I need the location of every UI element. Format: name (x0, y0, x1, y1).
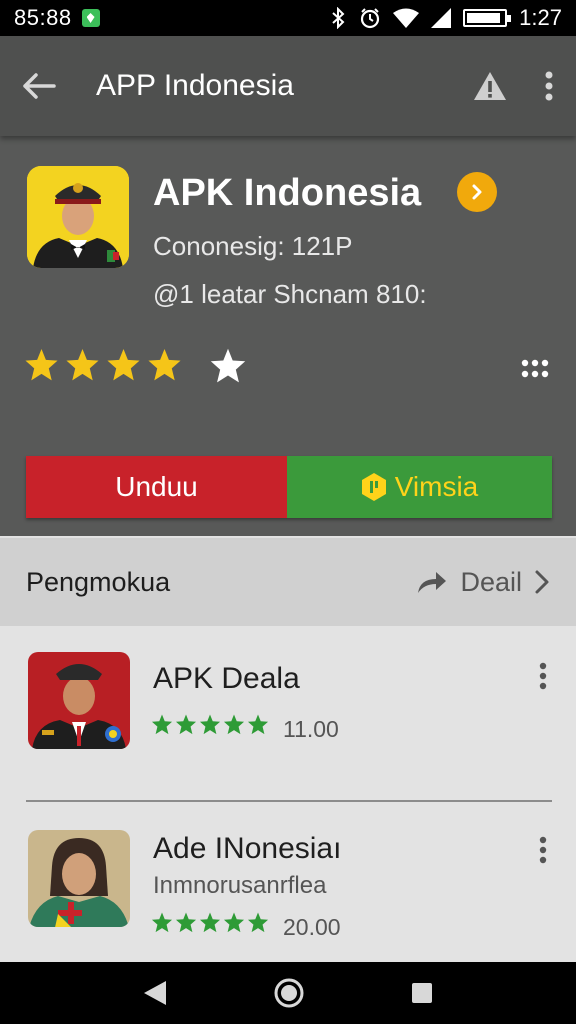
list-item-thumbnail (28, 830, 130, 927)
app-subtitle-1: Cononesig: 121P (153, 231, 353, 261)
star-icon (175, 912, 197, 933)
star-icon (151, 912, 173, 933)
app-title: APK Indonesia (153, 172, 422, 214)
wifi-icon (393, 8, 420, 28)
download-button-label: Unduu (115, 471, 198, 502)
action-buttons: Unduu Vimsia (26, 456, 552, 518)
warning-icon[interactable] (472, 70, 508, 102)
star-icon (148, 348, 181, 381)
star-icon (247, 714, 269, 735)
star-icon (151, 714, 173, 735)
star-icon (223, 714, 245, 735)
list-item-subtitle: Inmnorusanrflea (153, 872, 327, 899)
home-circle-icon[interactable] (273, 977, 305, 1009)
app-subtitle-2: @1 leatar Shcnam 810: (153, 279, 427, 309)
status-clock: 1:27 (519, 5, 562, 30)
star-icon (66, 348, 99, 381)
overflow-menu-icon[interactable] (544, 71, 554, 101)
rating-stars (24, 348, 182, 382)
chevron-right-icon[interactable] (457, 172, 497, 212)
battery-icon (463, 9, 512, 27)
chevron-right-icon (535, 570, 549, 594)
recents-square-icon[interactable] (410, 981, 434, 1005)
list-item-value: 20.00 (283, 914, 341, 940)
app-bar: APP Indonesia (0, 36, 576, 136)
app-hero: APK Indonesia Cononesig: 121P @1 leatar … (0, 136, 576, 536)
section-action-label: Deail (460, 566, 522, 597)
download-button[interactable]: Unduu (26, 456, 287, 518)
list-item-title: APK Deala (153, 662, 300, 695)
navigation-bar (0, 962, 576, 1024)
notification-icon (81, 9, 100, 27)
hexagon-badge-icon (361, 473, 386, 501)
app-list: APK Deala 11.00 Ade INonesiaı Inmnorusan… (0, 626, 576, 962)
star-icon (175, 714, 197, 735)
alarm-icon (361, 8, 380, 29)
list-item[interactable]: Ade INonesiaı Inmnorusanrflea 20.00 (0, 802, 576, 962)
star-icon (25, 348, 58, 381)
back-arrow-icon[interactable] (22, 71, 56, 101)
section-title: Pengmokua (26, 566, 171, 597)
list-item-thumbnail (28, 652, 130, 749)
section-header: Pengmokua Deail (0, 538, 576, 626)
more-dots-icon[interactable] (520, 358, 550, 380)
star-empty-icon (210, 348, 246, 383)
share-arrow-icon (418, 572, 447, 593)
list-item-title: Ade INonesiaı (153, 832, 342, 865)
signal-icon (431, 8, 452, 28)
back-triangle-icon[interactable] (142, 979, 168, 1007)
star-icon (199, 714, 221, 735)
list-item[interactable]: APK Deala 11.00 (0, 626, 576, 802)
list-item-rating (151, 714, 269, 735)
overflow-menu-icon[interactable] (538, 836, 548, 864)
version-button[interactable]: Vimsia (287, 456, 552, 518)
bluetooth-icon (332, 7, 345, 29)
star-icon (247, 912, 269, 933)
app-icon (27, 166, 129, 268)
status-time: 85:88 (14, 5, 72, 30)
app-bar-title: APP Indonesia (96, 69, 294, 102)
list-item-rating (151, 912, 269, 933)
list-item-value: 11.00 (283, 716, 339, 742)
star-icon (223, 912, 245, 933)
overflow-menu-icon[interactable] (538, 662, 548, 690)
version-button-label: Vimsia (394, 471, 479, 502)
star-icon (107, 348, 140, 381)
star-icon (199, 912, 221, 933)
status-bar: 85:88 1:27 (0, 0, 576, 36)
section-detail-link[interactable]: Deail (416, 567, 550, 598)
